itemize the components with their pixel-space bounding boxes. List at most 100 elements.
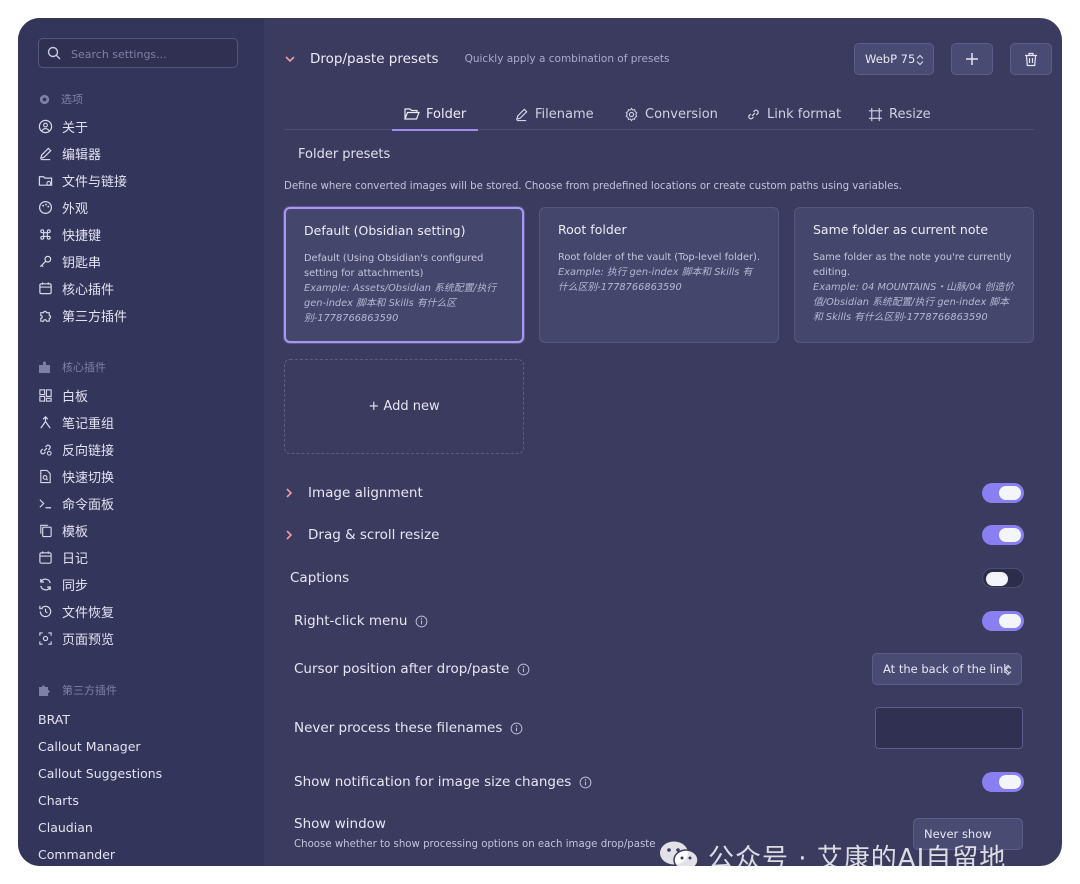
sidebar-item-templates[interactable]: 模板 bbox=[38, 519, 88, 541]
preview-icon bbox=[39, 631, 52, 645]
setting-image-alignment[interactable]: Image alignment bbox=[284, 479, 1024, 507]
pencil-icon bbox=[39, 146, 52, 160]
image-alignment-toggle[interactable] bbox=[982, 483, 1024, 503]
show-window-description: Choose whether to show processing option… bbox=[294, 839, 656, 850]
setting-cursor-position: Cursor position after drop/paste bbox=[294, 655, 854, 683]
cursor-position-select[interactable]: At the back of the link bbox=[872, 653, 1022, 685]
sidebar-item-files-links[interactable]: 文件与链接 bbox=[38, 169, 127, 191]
history-icon bbox=[39, 605, 52, 617]
presets-title: Drop/paste presets bbox=[310, 51, 439, 67]
info-icon[interactable] bbox=[517, 663, 530, 676]
sidebar-item-note-composer[interactable]: 笔记重组 bbox=[38, 411, 114, 433]
tab-folder[interactable]: Folder bbox=[391, 98, 479, 131]
setting-drag-scroll-resize[interactable]: Drag & scroll resize bbox=[284, 521, 1024, 549]
search-input[interactable] bbox=[71, 44, 231, 64]
updown-chevron-icon bbox=[1004, 664, 1012, 676]
folder-preset-card-root[interactable]: Root folder Root folder of the vault (To… bbox=[539, 207, 779, 343]
sidebar-item-backlinks[interactable]: 反向链接 bbox=[38, 438, 114, 460]
folder-presets-label: Folder presets bbox=[298, 147, 391, 162]
calendar-box-icon bbox=[39, 281, 52, 294]
gear-icon bbox=[39, 94, 50, 104]
chevron-down-icon[interactable] bbox=[284, 53, 296, 65]
sidebar-item-keychain[interactable]: 钥匙串 bbox=[38, 250, 101, 272]
tab-conversion[interactable]: Conversion bbox=[624, 98, 718, 130]
user-circle-icon bbox=[38, 119, 53, 133]
drag-scroll-resize-toggle[interactable] bbox=[982, 525, 1024, 545]
section-header-core-plugins: 核心插件 bbox=[38, 357, 106, 377]
folder-open-icon bbox=[404, 108, 420, 120]
sidebar-item-community-plugins[interactable]: 第三方插件 bbox=[38, 304, 127, 326]
gear-icon bbox=[625, 106, 638, 122]
search-box[interactable] bbox=[38, 38, 238, 68]
sidebar-item-command-palette[interactable]: 命令面板 bbox=[38, 492, 114, 514]
refresh-icon bbox=[40, 578, 51, 590]
sidebar-item-quick-switcher[interactable]: 快速切换 bbox=[38, 465, 114, 487]
section-header-community-plugins: 第三方插件 bbox=[38, 680, 117, 700]
sidebar-item-page-preview[interactable]: 页面预览 bbox=[38, 627, 114, 649]
watermark: 公众号 · 艾康的AI自留地 bbox=[658, 836, 1006, 866]
terminal-icon bbox=[39, 498, 52, 508]
folder-link-icon bbox=[38, 175, 53, 186]
never-process-filenames-input[interactable] bbox=[875, 707, 1023, 749]
chevron-right-icon[interactable] bbox=[284, 487, 294, 499]
sidebar-item-callout-suggestions[interactable]: Callout Suggestions bbox=[38, 762, 162, 784]
sidebar-item-brat[interactable]: BRAT bbox=[38, 708, 70, 730]
setting-right-click-menu: Right-click menu bbox=[294, 607, 1024, 635]
puzzle-icon bbox=[39, 685, 50, 696]
sidebar-item-core-plugins[interactable]: 核心插件 bbox=[38, 277, 114, 299]
sidebar-item-appearance[interactable]: 外观 bbox=[38, 196, 88, 218]
sidebar-item-canvas[interactable]: 白板 bbox=[38, 384, 88, 406]
setting-captions: Captions bbox=[290, 564, 1024, 592]
sidebar-item-hotkeys[interactable]: 快捷键 bbox=[38, 223, 101, 245]
sidebar-item-commander[interactable]: Commander bbox=[38, 843, 115, 865]
updown-chevron-icon bbox=[916, 54, 924, 66]
search-icon bbox=[47, 46, 61, 60]
palette-icon bbox=[38, 200, 53, 214]
grid-icon bbox=[39, 388, 52, 402]
preset-format-select[interactable]: WebP 75 bbox=[854, 43, 934, 75]
preset-tabs: Folder Filename Conversion Link format R… bbox=[284, 98, 1034, 131]
tab-filename[interactable]: Filename bbox=[514, 98, 594, 130]
sidebar-item-claudian[interactable]: Claudian bbox=[38, 816, 93, 838]
add-folder-preset-button[interactable]: + Add new bbox=[284, 359, 524, 454]
link-icon bbox=[748, 109, 759, 119]
backlink-icon bbox=[40, 444, 52, 456]
crop-icon bbox=[868, 107, 883, 121]
puzzle-icon bbox=[40, 310, 52, 322]
folder-preset-card-default[interactable]: Default (Obsidian setting) Default (Usin… bbox=[284, 207, 524, 343]
delete-preset-button[interactable] bbox=[1010, 43, 1052, 75]
info-icon[interactable] bbox=[510, 722, 523, 735]
info-icon[interactable] bbox=[579, 776, 592, 789]
sidebar: 选项 关于 编辑器 文件与链接 外观 快捷键 钥匙串 核心插件 bbox=[18, 18, 264, 866]
command-icon bbox=[40, 228, 51, 240]
folder-presets-description: Define where converted images will be st… bbox=[284, 181, 902, 192]
setting-never-process: Never process these filenames bbox=[294, 714, 854, 742]
plugin-icon bbox=[39, 361, 50, 373]
sidebar-item-sync[interactable]: 同步 bbox=[38, 573, 88, 595]
section-header-options: 选项 bbox=[38, 89, 83, 109]
sidebar-item-about[interactable]: 关于 bbox=[38, 115, 88, 137]
settings-content: Drop/paste presets Quickly apply a combi… bbox=[264, 18, 1062, 866]
info-icon[interactable] bbox=[415, 615, 428, 628]
pencil-icon bbox=[515, 107, 528, 121]
show-notification-toggle[interactable] bbox=[982, 772, 1024, 792]
key-icon bbox=[39, 255, 52, 267]
merge-icon bbox=[40, 415, 51, 428]
presets-header[interactable]: Drop/paste presets Quickly apply a combi… bbox=[284, 45, 670, 73]
sidebar-item-charts[interactable]: Charts bbox=[38, 789, 79, 811]
tab-resize[interactable]: Resize bbox=[868, 98, 931, 130]
tab-link-format[interactable]: Link format bbox=[746, 98, 841, 130]
copy-icon bbox=[40, 524, 52, 537]
chevron-right-icon[interactable] bbox=[284, 529, 294, 541]
sidebar-item-daily-notes[interactable]: 日记 bbox=[38, 546, 88, 568]
sidebar-item-editor[interactable]: 编辑器 bbox=[38, 142, 101, 164]
folder-preset-card-same-folder[interactable]: Same folder as current note Same folder … bbox=[794, 207, 1034, 343]
trash-icon bbox=[1025, 52, 1037, 66]
add-preset-button[interactable] bbox=[951, 43, 993, 75]
presets-subtitle: Quickly apply a combination of presets bbox=[464, 53, 670, 65]
plus-icon bbox=[966, 53, 978, 65]
sidebar-item-file-recovery[interactable]: 文件恢复 bbox=[38, 600, 114, 622]
captions-toggle[interactable] bbox=[982, 568, 1024, 588]
right-click-menu-toggle[interactable] bbox=[982, 611, 1024, 631]
sidebar-item-callout-manager[interactable]: Callout Manager bbox=[38, 735, 141, 757]
